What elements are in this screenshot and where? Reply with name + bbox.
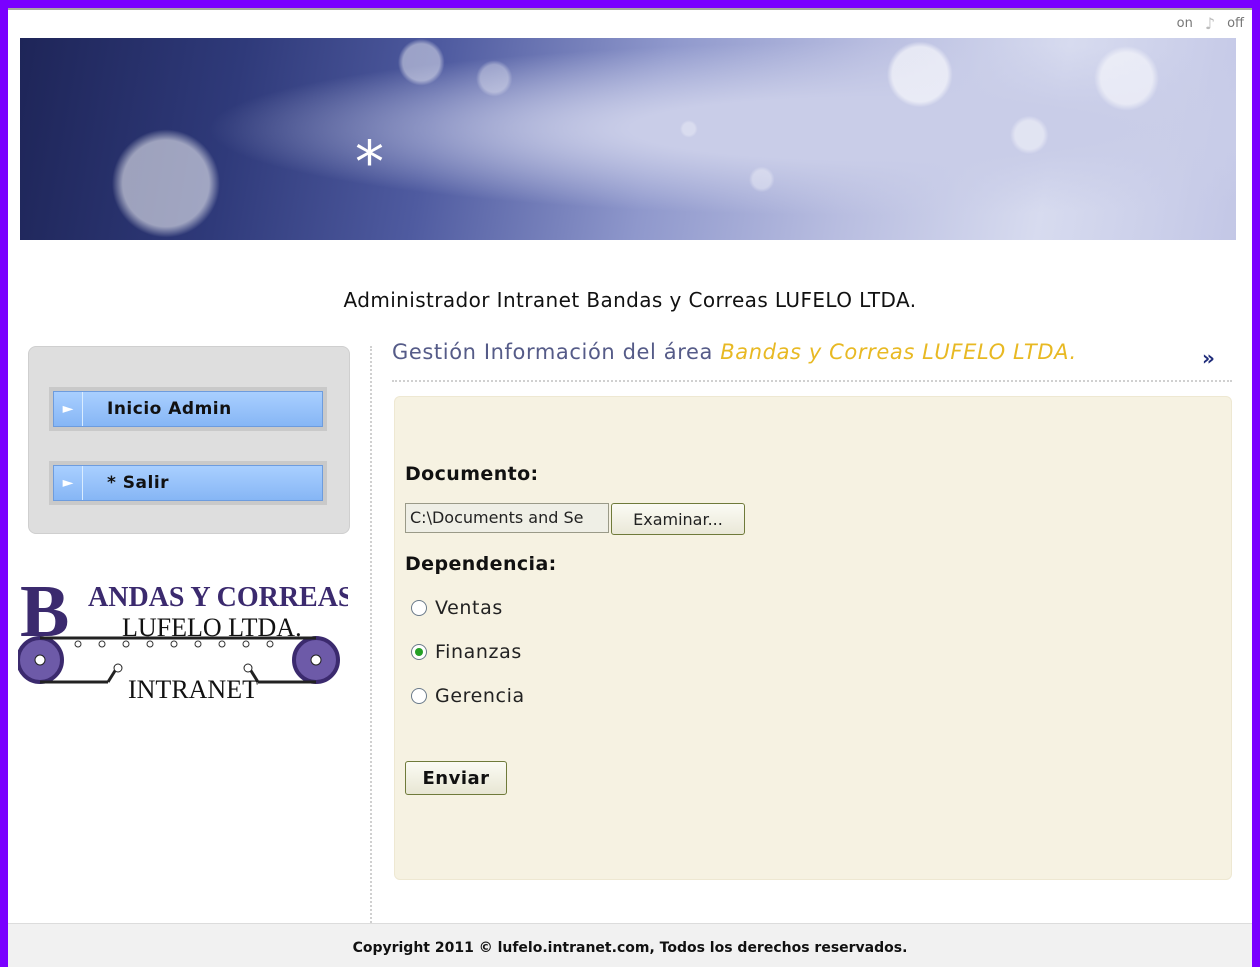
section-title-prefix: Gestión Información del área xyxy=(392,340,721,364)
logo-line-2: LUFELO LTDA. xyxy=(122,613,302,642)
document-label: Documento: xyxy=(405,463,539,485)
logo-initial: B xyxy=(20,571,69,653)
radio-label: Gerencia xyxy=(435,685,525,707)
footer-copyright: Copyright 2011 © lufelo.intranet.com, To… xyxy=(8,923,1252,967)
company-logo: B ANDAS Y CORREAS LUFELO LTDA. INTRANET xyxy=(16,570,354,710)
radio-label: Ventas xyxy=(435,597,503,619)
audio-on-link[interactable]: on xyxy=(1177,16,1193,31)
nav-item-salir[interactable]: ► * Salir xyxy=(49,461,327,505)
logo-line-3: INTRANET xyxy=(128,675,258,704)
nav-label: * Salir xyxy=(107,473,170,493)
play-arrow-icon: ► xyxy=(54,392,83,426)
radio-option-gerencia[interactable]: Gerencia xyxy=(411,685,525,707)
nav-button-inicio-admin[interactable]: ► Inicio Admin xyxy=(53,391,323,427)
logo-line-1: ANDAS Y CORREAS xyxy=(88,582,348,613)
asterisk-icon: * xyxy=(355,128,384,196)
radio-button[interactable] xyxy=(411,644,427,660)
submit-button[interactable]: Enviar xyxy=(405,761,507,795)
header-banner: * xyxy=(20,38,1236,240)
play-arrow-icon: ► xyxy=(54,466,83,500)
site-title: Administrador Intranet Bandas y Correas … xyxy=(343,288,917,312)
nav-label: Inicio Admin xyxy=(107,399,232,419)
browse-button[interactable]: Examinar... xyxy=(611,503,745,535)
section-title-highlight: Bandas y Correas LUFELO LTDA. xyxy=(720,340,1077,364)
music-note-icon[interactable]: ♪ xyxy=(1205,14,1215,33)
nav-item-inicio-admin[interactable]: ► Inicio Admin xyxy=(49,387,327,431)
sidebar-nav: ► Inicio Admin ► * Salir xyxy=(28,346,350,534)
audio-off-link[interactable]: off xyxy=(1227,16,1244,31)
radio-option-finanzas[interactable]: Finanzas xyxy=(411,641,522,663)
dependency-label: Dependencia: xyxy=(405,553,557,575)
column-divider xyxy=(370,346,372,926)
audio-toggle: on ♪ off xyxy=(1177,12,1244,34)
page: on ♪ off * Administrador Intranet Bandas… xyxy=(8,8,1252,967)
radio-option-ventas[interactable]: Ventas xyxy=(411,597,503,619)
double-chevron-right-icon: » xyxy=(1202,346,1215,370)
radio-label: Finanzas xyxy=(435,641,522,663)
divider xyxy=(392,380,1232,382)
radio-button[interactable] xyxy=(411,688,427,704)
section-title: Gestión Información del área Bandas y Co… xyxy=(392,340,1077,364)
radio-button[interactable] xyxy=(411,600,427,616)
file-path-input[interactable]: C:\Documents and Se xyxy=(405,503,609,533)
nav-button-salir[interactable]: ► * Salir xyxy=(53,465,323,501)
upload-form: Documento: C:\Documents and Se Examinar.… xyxy=(394,396,1232,880)
